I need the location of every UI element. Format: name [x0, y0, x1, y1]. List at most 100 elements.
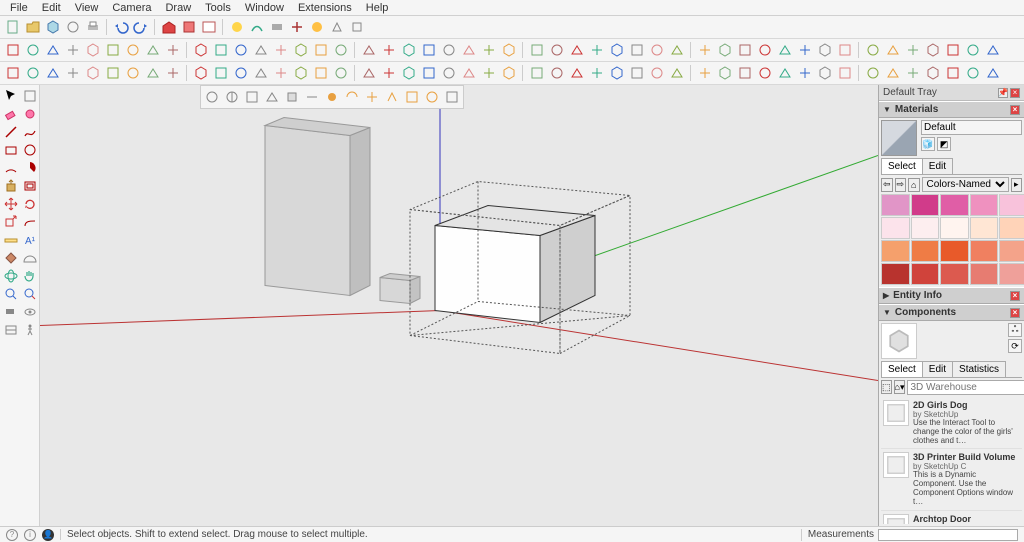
tb2-icon-28[interactable]	[588, 41, 606, 59]
tb2-icon-6[interactable]	[124, 41, 142, 59]
menu-tools[interactable]: Tools	[199, 2, 237, 14]
tb3-icon-45[interactable]	[944, 64, 962, 82]
materials-panel-header[interactable]: ▼ Materials ×	[879, 101, 1024, 118]
tb3-icon-35[interactable]	[736, 64, 754, 82]
tb3-icon-26[interactable]	[548, 64, 566, 82]
tb3-icon-22[interactable]	[460, 64, 478, 82]
materials-close-icon[interactable]: ×	[1010, 105, 1020, 115]
tb2-icon-43[interactable]	[904, 41, 922, 59]
tb2-icon-0[interactable]	[4, 41, 22, 59]
tb3-icon-32[interactable]	[668, 64, 686, 82]
ft-icon-3[interactable]	[243, 88, 261, 106]
tb3-icon-20[interactable]	[420, 64, 438, 82]
look-around-icon[interactable]	[21, 303, 39, 321]
walk-tool-icon[interactable]	[21, 321, 39, 339]
menu-draw[interactable]: Draw	[159, 2, 197, 14]
ft-icon-7[interactable]	[323, 88, 341, 106]
entity-info-panel-header[interactable]: ▶ Entity Info ×	[879, 287, 1024, 304]
pushpull-tool-icon[interactable]	[2, 177, 20, 195]
freehand-tool-icon[interactable]	[21, 123, 39, 141]
tb2-icon-25[interactable]	[528, 41, 546, 59]
swatch-4[interactable]	[999, 194, 1024, 216]
viewport[interactable]	[40, 85, 878, 526]
tb3-icon-0[interactable]	[4, 64, 22, 82]
orbit-tool-icon[interactable]	[2, 267, 20, 285]
swatch-8[interactable]	[970, 217, 999, 239]
floating-toolbar[interactable]	[200, 85, 464, 109]
tb2-icon-8[interactable]	[164, 41, 182, 59]
tb3-icon-33[interactable]	[696, 64, 714, 82]
layout-icon[interactable]	[200, 18, 218, 36]
extension-icon[interactable]	[180, 18, 198, 36]
material-name-input[interactable]	[921, 120, 1022, 135]
cube-icon[interactable]	[44, 18, 62, 36]
plugin-1-icon[interactable]	[228, 18, 246, 36]
swatch-19[interactable]	[999, 263, 1024, 285]
tb2-icon-3[interactable]	[64, 41, 82, 59]
tb3-icon-30[interactable]	[628, 64, 646, 82]
swatch-10[interactable]	[881, 240, 910, 262]
protractor-icon[interactable]	[21, 249, 39, 267]
tb3-icon-9[interactable]	[192, 64, 210, 82]
ft-icon-11[interactable]	[403, 88, 421, 106]
fwd-icon[interactable]: ⇨	[895, 178, 907, 192]
material-collection-select[interactable]: Colors-Named	[922, 177, 1009, 192]
tb3-icon-12[interactable]	[252, 64, 270, 82]
component-refresh-icon[interactable]: ⟳	[1008, 339, 1022, 353]
tape-measure-icon[interactable]	[2, 231, 20, 249]
tb3-icon-17[interactable]	[360, 64, 378, 82]
swatch-7[interactable]	[940, 217, 969, 239]
tb2-icon-32[interactable]	[668, 41, 686, 59]
tb3-icon-38[interactable]	[796, 64, 814, 82]
components-panel-header[interactable]: ▼ Components ×	[879, 304, 1024, 321]
undo-icon[interactable]	[112, 18, 130, 36]
new-file-icon[interactable]	[4, 18, 22, 36]
ft-icon-2[interactable]	[223, 88, 241, 106]
tb3-icon-23[interactable]	[480, 64, 498, 82]
swatch-11[interactable]	[911, 240, 940, 262]
move-tool-icon[interactable]	[2, 195, 20, 213]
tb2-icon-29[interactable]	[608, 41, 626, 59]
line-tool-icon[interactable]	[2, 123, 20, 141]
ft-icon-5[interactable]	[283, 88, 301, 106]
swatch-12[interactable]	[940, 240, 969, 262]
plugin-7-icon[interactable]	[348, 18, 366, 36]
position-camera-icon[interactable]	[2, 303, 20, 321]
tb2-icon-45[interactable]	[944, 41, 962, 59]
tb3-icon-34[interactable]	[716, 64, 734, 82]
components-tab-stats[interactable]: Statistics	[952, 361, 1006, 377]
tb2-icon-39[interactable]	[816, 41, 834, 59]
tb2-icon-1[interactable]	[24, 41, 42, 59]
component-item[interactable]: 3D Printer Build Volumeby SketchUp CThis…	[881, 449, 1022, 510]
tb3-icon-44[interactable]	[924, 64, 942, 82]
components-close-icon[interactable]: ×	[1010, 308, 1020, 318]
tb2-icon-40[interactable]	[836, 41, 854, 59]
tb2-icon-2[interactable]	[44, 41, 62, 59]
material-thumbnail[interactable]	[881, 120, 917, 156]
tb3-icon-36[interactable]	[756, 64, 774, 82]
tb3-icon-28[interactable]	[588, 64, 606, 82]
offset-tool-icon[interactable]	[21, 177, 39, 195]
followme-tool-icon[interactable]	[21, 213, 39, 231]
tb2-icon-26[interactable]	[548, 41, 566, 59]
tb2-icon-23[interactable]	[480, 41, 498, 59]
select-tool-icon[interactable]	[2, 87, 20, 105]
default-material-icon[interactable]: ◩	[937, 137, 951, 151]
component-search-input[interactable]	[907, 380, 1024, 395]
ft-icon-1[interactable]	[203, 88, 221, 106]
tb2-icon-13[interactable]	[272, 41, 290, 59]
tb2-icon-9[interactable]	[192, 41, 210, 59]
swatch-2[interactable]	[940, 194, 969, 216]
plugin-2-icon[interactable]	[248, 18, 266, 36]
swatch-14[interactable]	[999, 240, 1024, 262]
tb2-icon-19[interactable]	[400, 41, 418, 59]
open-icon[interactable]	[24, 18, 42, 36]
tb2-icon-20[interactable]	[420, 41, 438, 59]
tb2-icon-16[interactable]	[332, 41, 350, 59]
tb2-icon-44[interactable]	[924, 41, 942, 59]
tb3-icon-42[interactable]	[884, 64, 902, 82]
tb2-icon-22[interactable]	[460, 41, 478, 59]
tb3-icon-19[interactable]	[400, 64, 418, 82]
plugin-4-icon[interactable]	[288, 18, 306, 36]
text-tool-icon[interactable]: A¹	[21, 231, 39, 249]
